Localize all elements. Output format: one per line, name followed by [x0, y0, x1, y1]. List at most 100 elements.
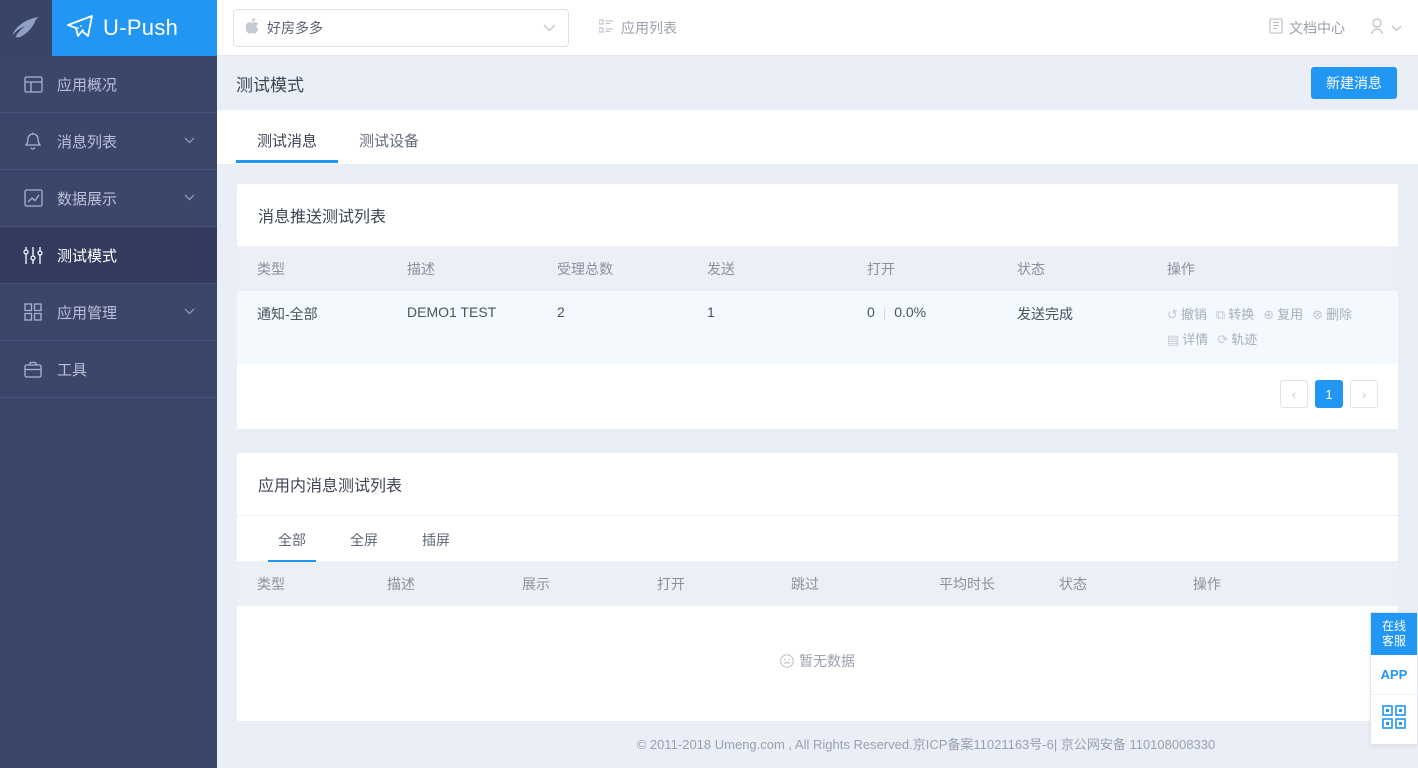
action-reuse[interactable]: ⊕ 复用 [1263, 304, 1303, 326]
sliders-icon [22, 246, 44, 265]
topbar: 好房多多 应用列表 文档中心 [217, 0, 1418, 56]
dashboard-icon [22, 75, 44, 93]
col-actions: 操作 [1193, 562, 1398, 606]
online-service-line2: 客服 [1381, 634, 1406, 648]
brand-name: U-Push [103, 15, 179, 40]
trace-icon: ⟳ [1217, 332, 1229, 347]
document-icon [1269, 18, 1283, 37]
sidebar-item-data-display[interactable]: 数据展示 [0, 170, 217, 227]
tab-test-message[interactable]: 测试消息 [236, 130, 339, 163]
app-selector[interactable]: 好房多多 [233, 8, 569, 47]
main-content: 测试模式 新建消息 测试消息 测试设备 消息推送测试列表 类型 描述 受理总数 … [217, 56, 1418, 768]
cell-description: DEMO1 TEST [407, 291, 557, 364]
subtab-interstitial[interactable]: 插屏 [400, 516, 472, 561]
brand-home-link[interactable]: U-Push [52, 0, 217, 56]
action-convert-label: 转换 [1228, 307, 1255, 322]
float-widget: 在线 客服 APP [1370, 612, 1418, 745]
cell-status: 发送完成 [1017, 291, 1167, 364]
feather-icon [0, 0, 52, 56]
push-test-table: 类型 描述 受理总数 发送 打开 状态 操作 通知-全部 DEMO1 TEST … [237, 247, 1398, 364]
action-delete-label: 删除 [1326, 307, 1353, 322]
footer: © 2011-2018 Umeng.com , All Rights Reser… [434, 718, 1418, 768]
push-test-list-card: 消息推送测试列表 类型 描述 受理总数 发送 打开 状态 操作 通知-全部 DE… [237, 184, 1398, 429]
action-delete[interactable]: ⊗ 删除 [1312, 304, 1352, 326]
page-tabs: 测试消息 测试设备 [217, 110, 1418, 164]
chevron-down-icon [184, 135, 195, 147]
online-service-line1: 在线 [1381, 619, 1406, 633]
sidebar-item-tools[interactable]: 工具 [0, 341, 217, 398]
row-action-group: ↺ 撤销 ⧉ 转换 ⊕ 复用 ⊗ 删除 ▤ 详情 ⟳ 轨迹 [1167, 304, 1398, 351]
app-selector-value: 好房多多 [267, 19, 323, 36]
logo-bar: U-Push [0, 0, 217, 56]
new-message-button[interactable]: 新建消息 [1311, 67, 1397, 99]
app-list-label: 应用列表 [621, 19, 677, 36]
col-description: 描述 [407, 247, 557, 291]
sidebar-item-test-mode[interactable]: 测试模式 [0, 227, 217, 284]
pagination-prev[interactable]: ‹ [1280, 380, 1308, 408]
opened-count: 0 [867, 304, 875, 320]
col-skip: 跳过 [791, 562, 939, 606]
empty-state-text: 暂无数据 [799, 653, 855, 669]
push-card-title: 消息推送测试列表 [237, 184, 1398, 247]
sidebar-item-overview[interactable]: 应用概况 [0, 56, 217, 113]
sidebar-item-label: 消息列表 [57, 133, 118, 151]
subtab-fullscreen[interactable]: 全屏 [328, 516, 400, 561]
user-menu[interactable] [1369, 17, 1402, 38]
app-download-button[interactable]: APP [1371, 655, 1417, 695]
inapp-subtabs: 全部 全屏 插屏 [237, 516, 1398, 562]
page-title: 测试模式 [236, 75, 304, 95]
list-icon [598, 18, 614, 37]
table-header-row: 类型 描述 展示 打开 跳过 平均时长 状态 操作 [237, 562, 1398, 606]
cell-type: 通知-全部 [237, 291, 407, 364]
action-trace[interactable]: ⟳ 轨迹 [1217, 329, 1257, 351]
content-area: 消息推送测试列表 类型 描述 受理总数 发送 打开 状态 操作 通知-全部 DE… [217, 164, 1418, 768]
subtab-all[interactable]: 全部 [256, 516, 328, 562]
cell-sent: 1 [707, 291, 867, 364]
col-status: 状态 [1017, 247, 1167, 291]
qrcode-button[interactable] [1371, 695, 1417, 744]
footer-text: © 2011-2018 Umeng.com , All Rights Reser… [636, 736, 1216, 752]
app-list-link[interactable]: 应用列表 [598, 18, 677, 38]
col-open: 打开 [657, 562, 791, 606]
topbar-right: 文档中心 [1269, 17, 1402, 38]
convert-icon: ⧉ [1215, 307, 1226, 322]
inapp-card-title: 应用内消息测试列表 [237, 453, 1398, 516]
chevron-down-icon [184, 192, 195, 204]
pagination-next[interactable]: › [1350, 380, 1378, 408]
close-circle-icon: ⊗ [1312, 307, 1324, 322]
sidebar-item-message-list[interactable]: 消息列表 [0, 113, 217, 170]
sidebar-item-app-management[interactable]: 应用管理 [0, 284, 217, 341]
user-icon [1369, 17, 1385, 38]
col-description: 描述 [387, 562, 522, 606]
sidebar: 应用概况 消息列表 数据展示 测试模式 应用管理 工具 [0, 56, 217, 768]
chevron-down-icon [184, 306, 195, 318]
cell-actions: ↺ 撤销 ⧉ 转换 ⊕ 复用 ⊗ 删除 ▤ 详情 ⟳ 轨迹 [1167, 291, 1398, 364]
online-service-button[interactable]: 在线 客服 [1371, 613, 1417, 655]
divider: | [882, 304, 887, 320]
opened-rate: 0.0% [894, 304, 927, 320]
undo-icon: ↺ [1167, 307, 1178, 322]
sad-face-icon [780, 654, 794, 668]
empty-state: 暂无数据 [237, 606, 1398, 721]
cell-total: 2 [557, 291, 707, 364]
sidebar-item-label: 数据展示 [57, 190, 118, 208]
action-undo[interactable]: ↺ 撤销 [1167, 304, 1207, 326]
paper-plane-icon [66, 14, 94, 43]
briefcase-icon [22, 361, 44, 378]
bell-icon [22, 132, 44, 151]
chevron-down-icon [543, 21, 556, 35]
col-actions: 操作 [1167, 247, 1398, 291]
pagination-page-1[interactable]: 1 [1315, 380, 1343, 408]
action-detail[interactable]: ▤ 详情 [1167, 329, 1208, 351]
tab-test-device[interactable]: 测试设备 [338, 130, 440, 163]
col-opened: 打开 [867, 247, 1017, 291]
chart-icon [22, 189, 44, 207]
table-row: 通知-全部 DEMO1 TEST 2 1 0 | 0.0% 发送完成 ↺撤销 [237, 291, 1398, 364]
action-reuse-label: 复用 [1277, 307, 1304, 322]
col-type: 类型 [237, 562, 387, 606]
doc-center-link[interactable]: 文档中心 [1269, 18, 1345, 38]
sidebar-item-label: 应用管理 [57, 304, 118, 322]
sidebar-item-label: 工具 [57, 361, 88, 379]
action-convert[interactable]: ⧉ 转换 [1216, 304, 1254, 326]
cell-opened: 0 | 0.0% [867, 291, 1017, 364]
